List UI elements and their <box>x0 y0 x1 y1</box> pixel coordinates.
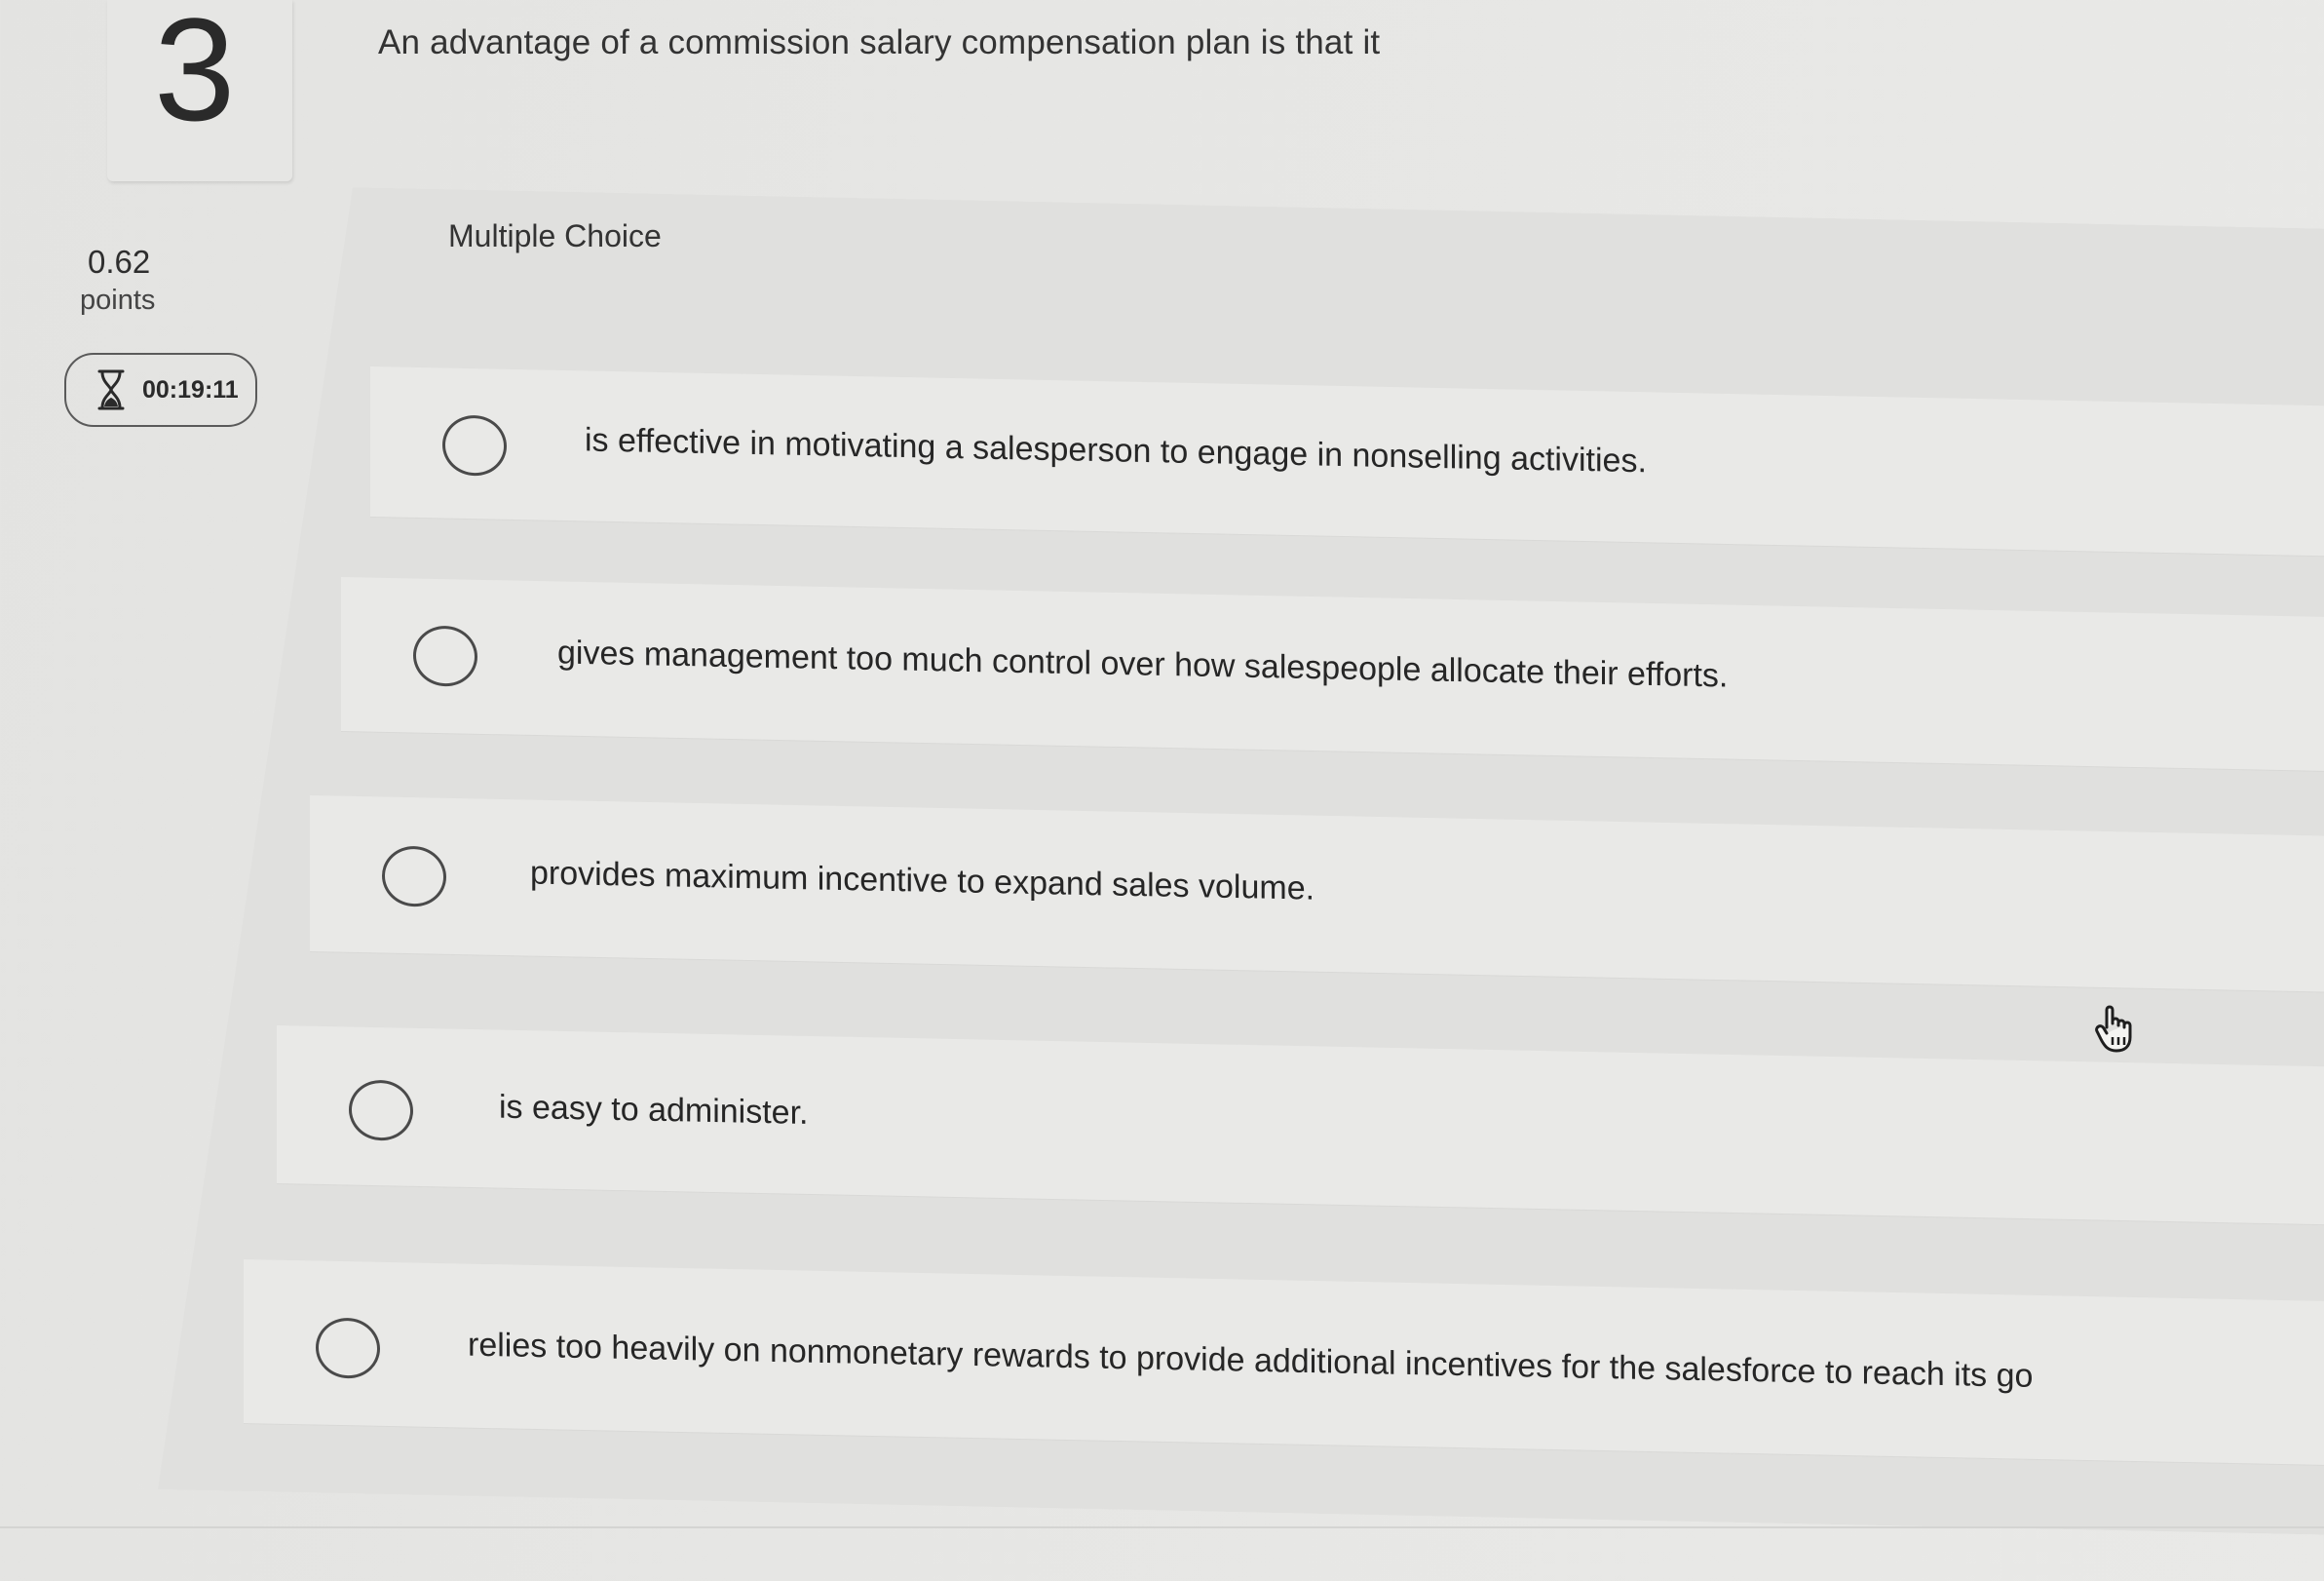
question-type-label: Multiple Choice <box>448 218 662 253</box>
hourglass-icon <box>95 368 127 411</box>
question-text: An advantage of a commission salary comp… <box>378 23 1381 61</box>
question-number: 3 <box>154 0 236 151</box>
choice-text-4: is easy to administer. <box>499 1088 809 1132</box>
page-divider <box>0 1526 2324 1528</box>
hand-pointer-icon <box>2095 1005 2132 1053</box>
radio-button-3[interactable] <box>382 845 446 907</box>
timer-badge: 00:19:11 <box>64 353 257 427</box>
radio-button-2[interactable] <box>413 625 477 687</box>
choice-text-2: gives management too much control over h… <box>557 634 1729 695</box>
choice-text-3: provides maximum incentive to expand sal… <box>530 854 1315 907</box>
radio-button-4[interactable] <box>349 1079 413 1141</box>
radio-button-5[interactable] <box>316 1317 380 1379</box>
points-value: 0.62 <box>88 244 151 280</box>
points-label: points <box>80 285 156 316</box>
choice-text-5: relies too heavily on nonmonetary reward… <box>468 1326 2034 1395</box>
choice-text-1: is effective in motivating a salesperson… <box>585 421 1647 481</box>
timer-text: 00:19:11 <box>142 375 239 404</box>
radio-button-1[interactable] <box>442 414 507 477</box>
